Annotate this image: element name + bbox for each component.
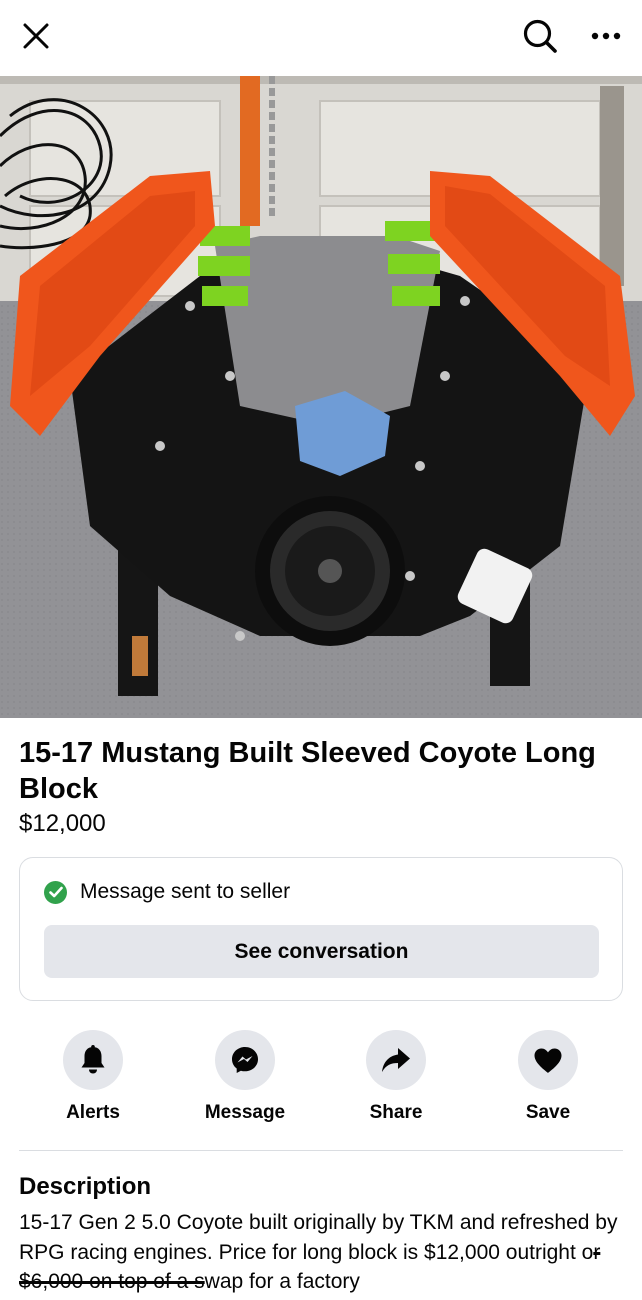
see-conversation-button[interactable]: See conversation [44,925,599,978]
action-buttons-row: Alerts Message Share Save [0,1030,642,1130]
message-label: Message [204,1102,286,1123]
section-divider [19,1150,623,1151]
more-options-icon [591,32,621,40]
listing-photo[interactable] [0,76,642,718]
message-status-text: Message sent to seller [80,880,291,903]
message-sent-card: Message sent to seller See conversation [19,857,623,1001]
save-label: Save [525,1102,571,1123]
save-button-circle[interactable] [518,1030,578,1090]
share-label: Share [369,1102,423,1123]
save-button[interactable]: Save [488,1030,608,1124]
search-icon [523,19,557,53]
alerts-button-circle[interactable] [63,1030,123,1090]
engine-photo-image [0,76,642,718]
top-bar [0,0,642,76]
share-button[interactable]: Share [336,1030,456,1124]
description-text-part: 15-17 Gen 2 5.0 Coyote built originally … [19,1211,618,1264]
close-button[interactable] [14,14,58,58]
share-button-circle[interactable] [366,1030,426,1090]
heart-icon [534,1048,562,1073]
description-text-part: wap for a factory [204,1270,360,1293]
message-button[interactable]: Message [185,1030,305,1124]
share-arrow-icon [382,1048,410,1072]
listing-title: 15-17 Mustang Built Sleeved Coyote Long … [19,737,596,805]
alerts-label: Alerts [66,1102,120,1123]
messenger-icon [232,1047,258,1073]
check-circle-icon [44,880,67,904]
description-text: 15-17 Gen 2 5.0 Coyote built originally … [19,1208,623,1297]
message-status-row: Message sent to seller [44,880,290,904]
message-button-circle[interactable] [215,1030,275,1090]
close-icon [23,23,49,49]
description-heading: Description [19,1173,152,1200]
bell-icon [81,1045,105,1074]
search-button[interactable] [518,14,562,58]
more-options-button[interactable] [584,14,628,58]
alerts-button[interactable]: Alerts [33,1030,153,1124]
listing-price: $12,000 [19,810,106,837]
